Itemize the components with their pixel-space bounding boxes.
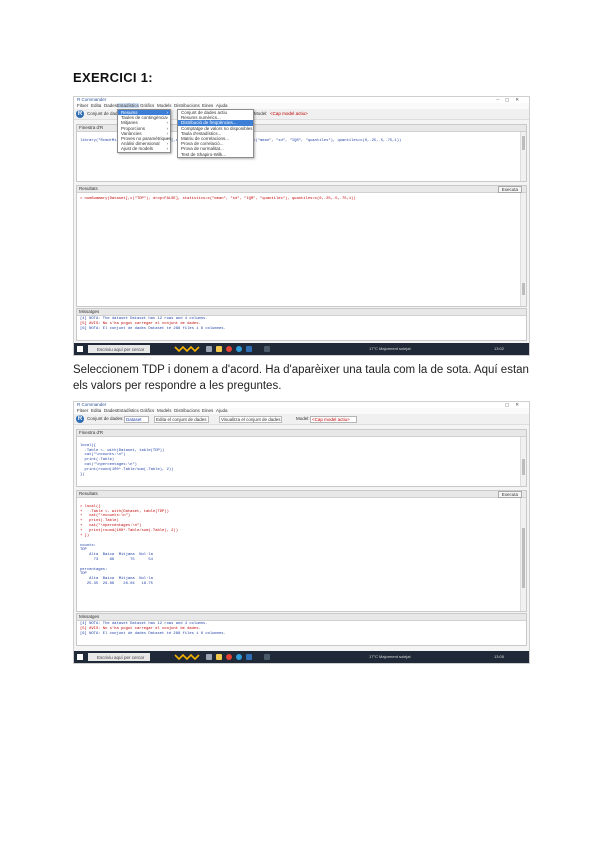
statistics-menu: Resums Taules de contingència Mitjanes P… [117,109,171,153]
model-label: Model: [254,111,268,116]
rcommander-taskbar-icon[interactable] [264,346,270,352]
chrome-icon[interactable] [226,654,232,660]
menu-models[interactable]: Models [157,103,172,108]
instruction-paragraph: Seleccionem TDP i donem a d'acord. Ha d'… [73,364,529,392]
edge-icon[interactable] [236,346,242,352]
taskbar-search-input[interactable]: Escriviu aquí per cercar [88,345,150,353]
chrome-icon[interactable] [226,346,232,352]
edge-icon[interactable] [236,654,242,660]
menu-help[interactable]: Ajuda [216,408,228,413]
file-explorer-icon[interactable] [216,346,222,352]
model-value[interactable]: <Cap model actiu> [310,416,357,423]
menu-graphs[interactable]: Gràfics [140,408,154,413]
weather-tray[interactable]: 17°C Majorment solejat [369,654,411,659]
taskbar-search-placeholder: Escriviu aquí per cercar [97,654,145,660]
script-pane: Finestra d'R local({ .Table <- with(Data… [76,429,527,487]
script-tab[interactable]: Finestra d'R [79,430,103,435]
wave-decoration-icon [174,345,200,353]
output-results-table: counts: TDP Alta Baixa Mitjana Nul·la 73… [80,543,153,586]
windows-taskbar: Escriviu aquí per cercar 17°C Majorment … [74,343,529,355]
r-logo-icon: R [76,415,84,423]
script-tab[interactable]: Finestra d'R [79,125,103,130]
taskbar-search-input[interactable]: Escriviu aquí per cercar [88,653,150,661]
summaries-item-missing[interactable]: Comptatge de valors no disponibles [178,126,253,131]
windows-taskbar: Escriviu aquí per cercar 17°C Majorment … [74,651,529,663]
messages-pane-header: Missatges [77,309,526,316]
menu-models[interactable]: Models [157,408,172,413]
model-label: Model: [296,416,310,421]
screenshot-rcommander-table: R Commander ▢✕ Fitxer Edita Dades Estadí… [73,401,530,664]
message-line-3: [6] NOTA: El conjunt de dades Dataset té… [80,327,226,331]
script-scrollbar[interactable] [520,437,526,486]
view-dataset-button[interactable]: Visualitza el conjunt de dades [219,416,283,423]
window-title: R Commander [77,402,107,407]
messages-label: Missatges [79,309,100,314]
menu-edit[interactable]: Edita [91,103,101,108]
messages-pane: Missatges [4] NOTA: The dataset Dataset … [76,308,527,341]
wave-decoration-icon [174,653,200,661]
taskbar-search-placeholder: Escriviu aquí per cercar [97,346,145,352]
messages-label: Missatges [79,614,100,619]
windows-start-icon[interactable] [77,654,83,660]
script-scrollbar[interactable] [520,132,526,181]
menu-help[interactable]: Ajuda [216,103,228,108]
output-pane: Resultats Executa > numSummary(Dataset[,… [76,185,527,307]
submit-button[interactable]: Executa [497,491,522,498]
menu-distributions[interactable]: Distribucions [174,103,200,108]
messages-pane-header: Missatges [77,614,526,621]
menu-tools[interactable]: Eines [202,103,213,108]
output-pane-header: Resultats Executa [77,186,526,193]
menu-file[interactable]: Fitxer [77,103,88,108]
menu-file[interactable]: Fitxer [77,408,88,413]
messages-pane: Missatges [4] NOTA: The dataset Dataset … [76,613,527,646]
menu-statistics[interactable]: Estadístics [117,408,139,413]
output-pane-header: Resultats Executa [77,491,526,498]
menu-edit[interactable]: Edita [91,408,101,413]
window-title: R Commander [77,97,107,102]
stats-menu-item-fit-models[interactable]: Ajust de models [118,146,170,151]
task-view-icon[interactable] [206,654,212,660]
menu-tools[interactable]: Eines [202,408,213,413]
edit-dataset-button[interactable]: Edita el conjunt de dades [154,416,209,423]
menu-data[interactable]: Dades [104,103,117,108]
output-command-lines: > local({ + .Table <- with(Dataset, tabl… [80,504,178,538]
clock-tray[interactable]: 13:05 [494,654,504,659]
summaries-submenu: Conjunt de dades actiu Resums numèrics..… [177,109,254,158]
output-text: > numSummary(Dataset[,c("TDP"), drop=FAL… [80,197,356,201]
menu-statistics[interactable]: Estadístics [117,103,139,108]
output-scrollbar[interactable] [520,498,526,611]
script-lines[interactable]: local({ .Table <- with(Dataset, table(TD… [80,439,518,477]
output-scrollbar[interactable] [520,193,526,306]
summaries-item-shapiro[interactable]: Test de Shapiro-Wilk... [178,152,253,157]
rcommander-taskbar-icon[interactable] [264,654,270,660]
model-value[interactable]: <Cap model actiu> [270,111,308,116]
task-view-icon[interactable] [206,346,212,352]
menu-data[interactable]: Dades [104,408,117,413]
submit-button[interactable]: Executa [497,186,522,193]
exercise-heading: EXERCICI 1: [73,70,153,85]
r-taskbar-icon[interactable] [246,654,252,660]
r-logo-icon: R [76,110,84,118]
script-pane-header: Finestra d'R [77,430,526,437]
menu-distributions[interactable]: Distribucions [174,408,200,413]
weather-tray[interactable]: 17°C Majorment solejat [369,346,411,351]
dataset-label: Conjunt de dades: [87,416,124,421]
output-label: Resultats [79,186,98,191]
menu-graphs[interactable]: Gràfics [140,103,154,108]
windows-start-icon[interactable] [77,346,83,352]
file-explorer-icon[interactable] [216,654,222,660]
r-taskbar-icon[interactable] [246,346,252,352]
output-pane: Resultats Executa > local({ + .Table <- … [76,490,527,612]
screenshot-rcommander-menu: R Commander –▢✕ Fitxer Edita Dades Estad… [73,96,530,356]
clock-tray[interactable]: 13:02 [494,346,504,351]
toolbar: R Conjunt de dades: Dataset Edita el con… [74,414,529,425]
output-label: Resultats [79,491,98,496]
message-line-3: [6] NOTA: El conjunt de dades Dataset té… [80,632,226,636]
dataset-selector[interactable]: Dataset [124,416,149,423]
